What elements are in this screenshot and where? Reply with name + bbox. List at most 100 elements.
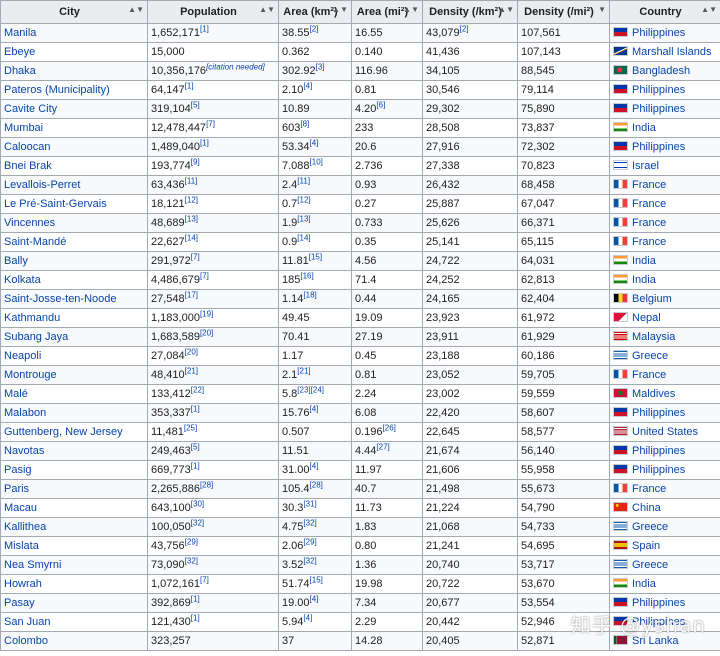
- flag-np-icon[interactable]: [613, 312, 628, 322]
- country-link[interactable]: India: [632, 255, 656, 267]
- citation-link[interactable]: [26]: [383, 424, 396, 433]
- sort-icon[interactable]: ▲▼: [701, 5, 717, 14]
- flag-bd-icon[interactable]: [613, 65, 628, 75]
- citation-link[interactable]: [13]: [297, 215, 310, 224]
- flag-cn-icon[interactable]: [613, 502, 628, 512]
- country-link[interactable]: India: [632, 578, 656, 590]
- citation-link[interactable]: [32]: [191, 519, 204, 528]
- country-link[interactable]: Philippines: [632, 84, 685, 96]
- flag-il-icon[interactable]: [613, 160, 628, 170]
- flag-ph-icon[interactable]: [613, 445, 628, 455]
- citation-link[interactable]: [4]: [310, 405, 319, 414]
- city-link[interactable]: Saint-Mandé: [4, 236, 66, 248]
- citation-link[interactable]: [4]: [310, 462, 319, 471]
- citation-link[interactable]: [citation needed]: [206, 63, 265, 72]
- citation-link[interactable]: [7]: [206, 120, 215, 129]
- flag-in-icon[interactable]: [613, 255, 628, 265]
- citation-link[interactable]: [31]: [303, 500, 316, 509]
- citation-link[interactable]: [9]: [191, 158, 200, 167]
- sort-icon[interactable]: ▲▼: [332, 5, 348, 14]
- country-link[interactable]: France: [632, 179, 666, 191]
- header-area-mi2[interactable]: Area (mi²) ▲▼: [351, 0, 423, 24]
- city-link[interactable]: Neapoli: [4, 350, 41, 362]
- city-link[interactable]: Howrah: [4, 578, 42, 590]
- city-link[interactable]: Vincennes: [4, 217, 55, 229]
- country-link[interactable]: India: [632, 274, 656, 286]
- citation-link[interactable]: [1]: [191, 405, 200, 414]
- citation-link[interactable]: [2]: [310, 25, 319, 34]
- flag-gr-icon[interactable]: [613, 350, 628, 360]
- citation-link[interactable]: [21]: [297, 367, 310, 376]
- citation-link[interactable]: [32]: [303, 557, 316, 566]
- flag-fr-icon[interactable]: [613, 217, 628, 227]
- city-link[interactable]: Pasig: [4, 464, 32, 476]
- citation-link[interactable]: [3]: [316, 63, 325, 72]
- country-link[interactable]: Philippines: [632, 464, 685, 476]
- country-link[interactable]: Philippines: [632, 445, 685, 457]
- city-link[interactable]: Le Pré-Saint-Gervais: [4, 198, 107, 210]
- flag-es-icon[interactable]: [613, 540, 628, 550]
- country-link[interactable]: Philippines: [632, 27, 685, 39]
- city-link[interactable]: Kallithea: [4, 521, 46, 533]
- flag-ph-icon[interactable]: [613, 597, 628, 607]
- country-link[interactable]: Philippines: [632, 103, 685, 115]
- country-link[interactable]: United States: [632, 426, 698, 438]
- city-link[interactable]: Cavite City: [4, 103, 57, 115]
- country-link[interactable]: France: [632, 217, 666, 229]
- flag-ph-icon[interactable]: [613, 464, 628, 474]
- city-link[interactable]: San Juan: [4, 616, 50, 628]
- city-link[interactable]: Pasay: [4, 597, 35, 609]
- citation-link[interactable]: [4]: [303, 614, 312, 623]
- citation-link[interactable]: [15]: [309, 253, 322, 262]
- citation-link[interactable]: [7]: [200, 272, 209, 281]
- citation-link[interactable]: [16]: [300, 272, 313, 281]
- country-link[interactable]: Maldives: [632, 388, 675, 400]
- city-link[interactable]: Kathmandu: [4, 312, 60, 324]
- city-link[interactable]: Paris: [4, 483, 29, 495]
- flag-ph-icon[interactable]: [613, 27, 628, 37]
- citation-link[interactable]: [4]: [303, 82, 312, 91]
- city-link[interactable]: Caloocan: [4, 141, 50, 153]
- country-link[interactable]: Philippines: [632, 141, 685, 153]
- country-link[interactable]: Spain: [632, 540, 660, 552]
- citation-link[interactable]: [23][24]: [297, 386, 324, 395]
- citation-link[interactable]: [10]: [310, 158, 323, 167]
- city-link[interactable]: Macau: [4, 502, 37, 514]
- citation-link[interactable]: [29]: [303, 538, 316, 547]
- citation-link[interactable]: [14]: [185, 234, 198, 243]
- citation-link[interactable]: [12]: [185, 196, 198, 205]
- citation-link[interactable]: [8]: [300, 120, 309, 129]
- citation-link[interactable]: [20]: [185, 348, 198, 357]
- country-link[interactable]: India: [632, 122, 656, 134]
- sort-icon[interactable]: ▲▼: [128, 5, 144, 14]
- city-link[interactable]: Subang Jaya: [4, 331, 68, 343]
- flag-my-icon[interactable]: [613, 331, 628, 341]
- citation-link[interactable]: [22]: [191, 386, 204, 395]
- country-link[interactable]: France: [632, 198, 666, 210]
- flag-ph-icon[interactable]: [613, 141, 628, 151]
- header-city[interactable]: City ▲▼: [0, 0, 148, 24]
- citation-link[interactable]: [27]: [376, 443, 389, 452]
- country-link[interactable]: Nepal: [632, 312, 661, 324]
- flag-fr-icon[interactable]: [613, 198, 628, 208]
- citation-link[interactable]: [1]: [191, 614, 200, 623]
- citation-link[interactable]: [7]: [200, 576, 209, 585]
- citation-link[interactable]: [21]: [185, 367, 198, 376]
- flag-mv-icon[interactable]: [613, 388, 628, 398]
- flag-fr-icon[interactable]: [613, 179, 628, 189]
- citation-link[interactable]: [1]: [200, 25, 209, 34]
- citation-link[interactable]: [11]: [185, 177, 198, 186]
- flag-ph-icon[interactable]: [613, 84, 628, 94]
- city-link[interactable]: Guttenberg, New Jersey: [4, 426, 123, 438]
- flag-gr-icon[interactable]: [613, 559, 628, 569]
- citation-link[interactable]: [14]: [297, 234, 310, 243]
- country-link[interactable]: Greece: [632, 350, 668, 362]
- citation-link[interactable]: [30]: [191, 500, 204, 509]
- citation-link[interactable]: [1]: [191, 462, 200, 471]
- country-link[interactable]: Bangladesh: [632, 65, 690, 77]
- city-link[interactable]: Bnei Brak: [4, 160, 52, 172]
- city-link[interactable]: Malé: [4, 388, 28, 400]
- city-link[interactable]: Mumbai: [4, 122, 43, 134]
- city-link[interactable]: Dhaka: [4, 65, 36, 77]
- citation-link[interactable]: [5]: [191, 443, 200, 452]
